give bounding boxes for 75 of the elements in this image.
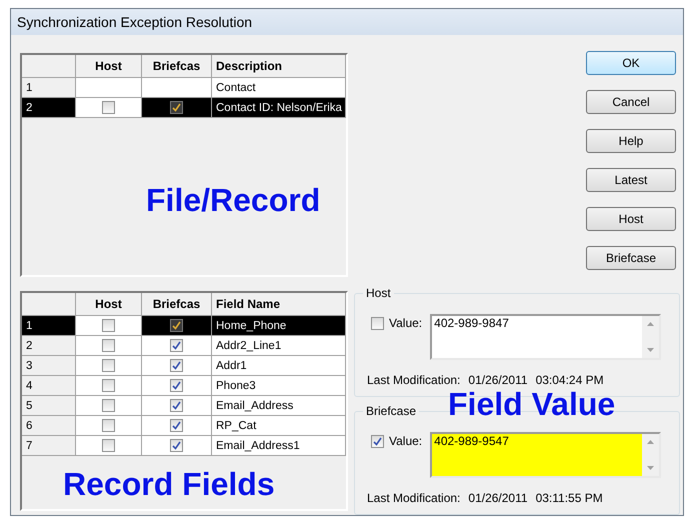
table-row[interactable]: 1 Home_Phone [22, 316, 346, 336]
table-cell: Email_Address [212, 396, 346, 415]
checkbox[interactable] [170, 319, 183, 332]
table-row[interactable]: 3 Addr1 [22, 356, 346, 376]
checkbox[interactable] [102, 379, 115, 392]
dialog-button[interactable]: Host [586, 207, 676, 231]
table-row[interactable]: 2 Contact ID: Nelson/Erika [22, 98, 346, 118]
checkbox-label: Value: [389, 434, 422, 448]
table-row[interactable]: 5 Email_Address [22, 396, 346, 416]
group-label: Host [363, 286, 394, 300]
checkbox[interactable] [371, 317, 384, 330]
row-header: 5 [22, 396, 76, 415]
checkbox[interactable] [170, 359, 183, 372]
dialog-button[interactable]: Latest [586, 168, 676, 192]
checkbox[interactable] [170, 399, 183, 412]
table-cell: Email_Address1 [212, 436, 346, 455]
time-text: 03:04:24 PM [536, 373, 604, 387]
date-text: 01/26/2011 [468, 491, 528, 505]
table-row[interactable]: 6 RP_Cat [22, 416, 346, 436]
time-text: 03:11:55 PM [536, 491, 603, 505]
value-field[interactable]: 402-989-9547 [430, 432, 662, 478]
scroll-up-icon[interactable] [647, 322, 654, 326]
checkbox[interactable] [170, 101, 183, 114]
table-row[interactable]: 1 Contact [22, 78, 346, 98]
row-header: 2 [22, 336, 76, 355]
checkbox[interactable] [102, 101, 115, 114]
field-label: Last Modification: [367, 491, 460, 505]
checkbox[interactable] [371, 435, 384, 448]
checkbox[interactable] [170, 379, 183, 392]
scroll-down-icon[interactable] [647, 348, 654, 352]
window-title: Synchronization Exception Resolution [17, 14, 252, 30]
table-cell: Addr2_Line1 [212, 336, 346, 355]
table-cell: Phone3 [212, 376, 346, 395]
checkbox-label: Value: [389, 316, 422, 330]
checkbox[interactable] [102, 419, 115, 432]
table-row[interactable]: 2 Addr2_Line1 [22, 336, 346, 356]
table-cell: Contact [212, 78, 346, 97]
group-label: Briefcase [363, 404, 420, 418]
value-field[interactable]: 402-989-9847 [430, 314, 662, 360]
dialog-button[interactable]: Cancel [586, 90, 676, 114]
checkbox[interactable] [170, 439, 183, 452]
dialog-button[interactable]: OK [586, 51, 676, 75]
table-row[interactable]: 7 Email_Address1 [22, 436, 346, 456]
column-header: Description [212, 55, 346, 77]
row-header: 6 [22, 416, 76, 435]
checkbox[interactable] [102, 399, 115, 412]
row-header: 7 [22, 436, 76, 455]
column-header: Briefcas [142, 293, 212, 315]
scroll-down-icon[interactable] [647, 466, 654, 470]
scroll-up-icon[interactable] [647, 440, 654, 444]
row-header: 1 [22, 78, 76, 97]
dialog-button[interactable]: Help [586, 129, 676, 153]
row-header: 3 [22, 356, 76, 375]
table-row[interactable]: 4 Phone3 [22, 376, 346, 396]
table-cell: Addr1 [212, 356, 346, 375]
date-text: 01/26/2011 [468, 373, 528, 387]
annotation-label: File/Record [146, 182, 320, 219]
field-label: Last Modification: [367, 373, 460, 387]
checkbox[interactable] [102, 319, 115, 332]
checkbox[interactable] [170, 339, 183, 352]
dialog-button[interactable]: Briefcase [586, 246, 676, 270]
checkbox[interactable] [102, 359, 115, 372]
checkbox[interactable] [170, 419, 183, 432]
column-header: Field Name [212, 293, 346, 315]
column-header: Briefcas [142, 55, 212, 77]
table-cell: RP_Cat [212, 416, 346, 435]
table-cell: Home_Phone [212, 316, 346, 335]
row-header: 4 [22, 376, 76, 395]
column-header: Host [76, 293, 142, 315]
checkbox[interactable] [102, 439, 115, 452]
annotation-label: Field Value [448, 386, 616, 423]
annotation-label: Record Fields [63, 466, 275, 503]
checkbox[interactable] [102, 339, 115, 352]
column-header: Host [76, 55, 142, 77]
table-cell: Contact ID: Nelson/Erika [212, 98, 346, 117]
